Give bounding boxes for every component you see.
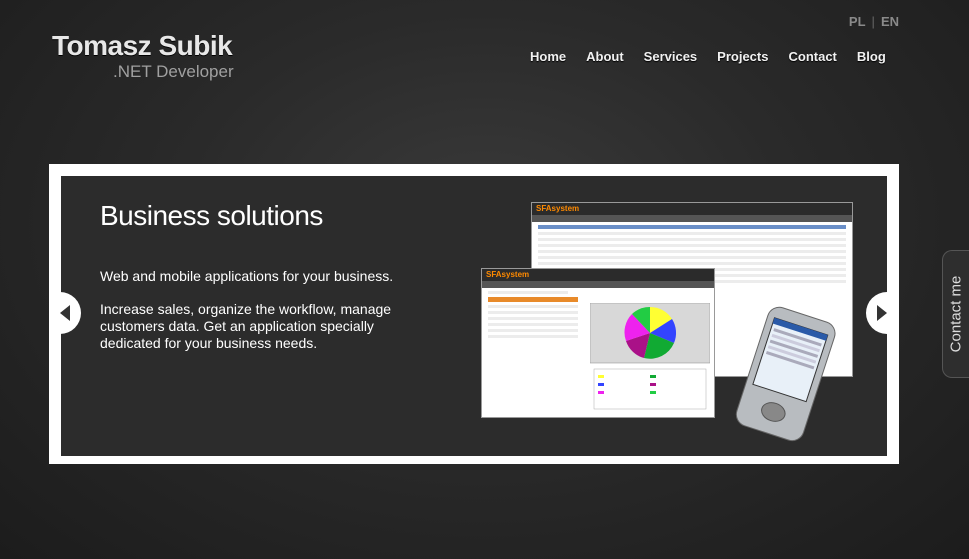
nav-about[interactable]: About — [586, 49, 624, 64]
slide-paragraph: Increase sales, organize the workflow, m… — [100, 301, 392, 351]
site-logo[interactable]: Tomasz Subik .NET Developer — [52, 30, 234, 81]
app-menu-bar — [482, 281, 714, 288]
contact-me-label: Contact me — [947, 275, 965, 353]
contact-me-tab[interactable]: Contact me — [942, 250, 969, 378]
table-row — [538, 238, 846, 241]
app-screenshot-small: SFAsystem — [481, 268, 715, 418]
nav-services[interactable]: Services — [644, 49, 698, 64]
table-row — [538, 244, 846, 247]
table-row — [538, 262, 846, 265]
table-row — [538, 256, 846, 259]
lang-en[interactable]: EN — [881, 14, 899, 29]
main-nav: Home About Services Projects Contact Blo… — [530, 49, 886, 64]
slide-text: Web and mobile applications for your bus… — [100, 268, 400, 368]
nav-home[interactable]: Home — [530, 49, 566, 64]
lang-separator: | — [871, 14, 875, 29]
pda-device-graphic — [735, 306, 836, 442]
pie-chart-graphic — [590, 303, 710, 410]
logo-name: Tomasz Subik — [52, 30, 233, 61]
nav-contact[interactable]: Contact — [788, 49, 836, 64]
app-menu-bar — [532, 215, 852, 222]
nav-projects[interactable]: Projects — [717, 49, 768, 64]
slide-title: Business solutions — [100, 200, 323, 231]
table-row — [488, 305, 578, 308]
table-row — [488, 317, 578, 320]
logo-role: .NET Developer — [113, 62, 234, 81]
table-row — [488, 311, 578, 314]
table-row — [538, 250, 846, 253]
language-switcher: PL | EN — [849, 14, 899, 29]
table-header — [538, 225, 846, 229]
triangle-left-icon — [60, 305, 70, 321]
slide-paragraph: Web and mobile applications for your bus… — [100, 268, 394, 284]
table-header — [488, 297, 578, 302]
triangle-right-icon — [877, 305, 887, 321]
app-brand: SFAsystem — [482, 269, 714, 281]
slider: Business solutions Web and mobile applic… — [49, 164, 899, 464]
table-row — [488, 329, 578, 332]
nav-blog[interactable]: Blog — [857, 49, 886, 64]
table-row — [488, 291, 568, 294]
table-row — [488, 335, 578, 338]
slide-business-solutions: Business solutions Web and mobile applic… — [61, 176, 887, 456]
lang-pl[interactable]: PL — [849, 14, 866, 29]
table-row — [538, 232, 846, 235]
table-row — [488, 323, 578, 326]
app-brand: SFAsystem — [532, 203, 852, 215]
